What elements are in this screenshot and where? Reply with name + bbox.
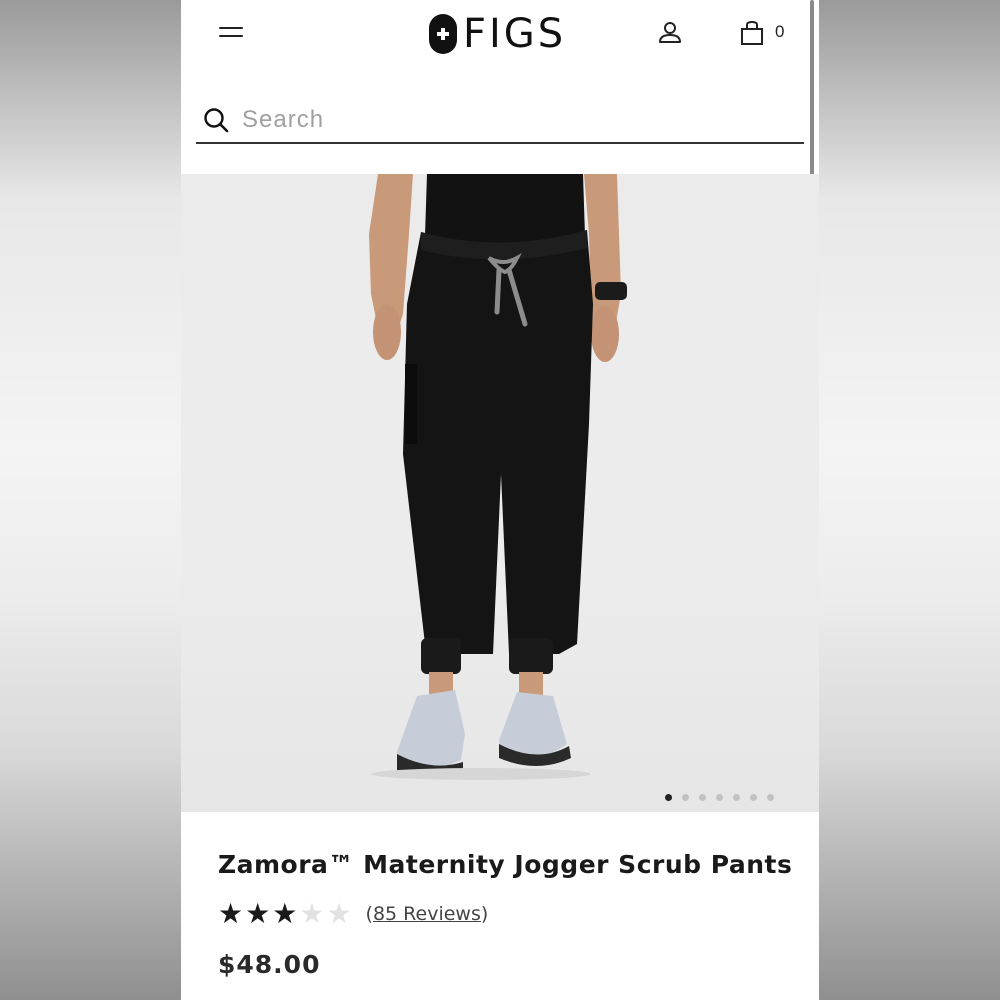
right-sneaker [499, 692, 567, 759]
right-cuff [509, 638, 553, 674]
star-filled-icon: ★ [218, 898, 244, 929]
cart-count: 0 [775, 22, 785, 41]
star-empty-icon: ★ [299, 898, 325, 929]
mobile-page: FIGS 0 Search Zamora™ Maternity Jogger S… [181, 0, 819, 1000]
pagination-dot[interactable] [733, 794, 740, 801]
image-pagination [665, 794, 774, 801]
floor-shadow [371, 768, 591, 780]
cart-button[interactable] [739, 20, 769, 46]
watch [595, 282, 627, 300]
pagination-dot[interactable] [750, 794, 757, 801]
right-hand [591, 306, 619, 362]
cargo-pocket [405, 364, 417, 444]
search-icon[interactable] [202, 106, 230, 134]
search-bar [196, 98, 804, 144]
product-title: Zamora™ Maternity Jogger Scrub Pants [218, 850, 793, 879]
product-price: $48.00 [218, 950, 321, 979]
pagination-dot[interactable] [699, 794, 706, 801]
star-empty-icon: ★ [326, 898, 352, 929]
right-ankle [519, 672, 543, 696]
product-photo [369, 174, 627, 780]
menu-button[interactable] [217, 22, 247, 44]
backdrop-left [0, 0, 181, 1000]
figs-plus-icon [429, 14, 457, 54]
product-rating: ★ ★ ★ ★ ★ (85 Reviews) [218, 900, 488, 928]
shirt [425, 174, 585, 244]
reviews-link[interactable]: (85 Reviews) [366, 903, 489, 925]
search-input[interactable] [242, 106, 762, 134]
site-logo[interactable]: FIGS [429, 12, 566, 56]
hamburger-menu-icon-line [219, 35, 243, 37]
left-cuff [421, 638, 461, 674]
reviews-link-text[interactable]: 85 Reviews [373, 903, 481, 925]
drawstring-left [494, 267, 502, 315]
pagination-dot[interactable] [665, 794, 672, 801]
shopping-bag-icon [741, 20, 763, 45]
user-account-icon [659, 22, 681, 43]
hamburger-menu-icon [219, 27, 243, 29]
account-button[interactable] [657, 20, 683, 46]
site-header: FIGS 0 [181, 0, 819, 80]
product-image[interactable] [181, 174, 819, 812]
backdrop-right [819, 0, 1000, 1000]
pagination-dot[interactable] [682, 794, 689, 801]
rating-stars: ★ ★ ★ ★ ★ [218, 900, 354, 928]
star-filled-icon: ★ [272, 898, 298, 929]
reviews-open-paren: ( [365, 903, 373, 925]
pagination-dot[interactable] [716, 794, 723, 801]
reviews-close-paren: ) [480, 903, 489, 925]
logo-text: FIGS [463, 11, 567, 57]
star-filled-icon: ★ [245, 898, 271, 929]
left-sneaker [397, 690, 465, 770]
pagination-dot[interactable] [767, 794, 774, 801]
left-hand [373, 304, 401, 360]
